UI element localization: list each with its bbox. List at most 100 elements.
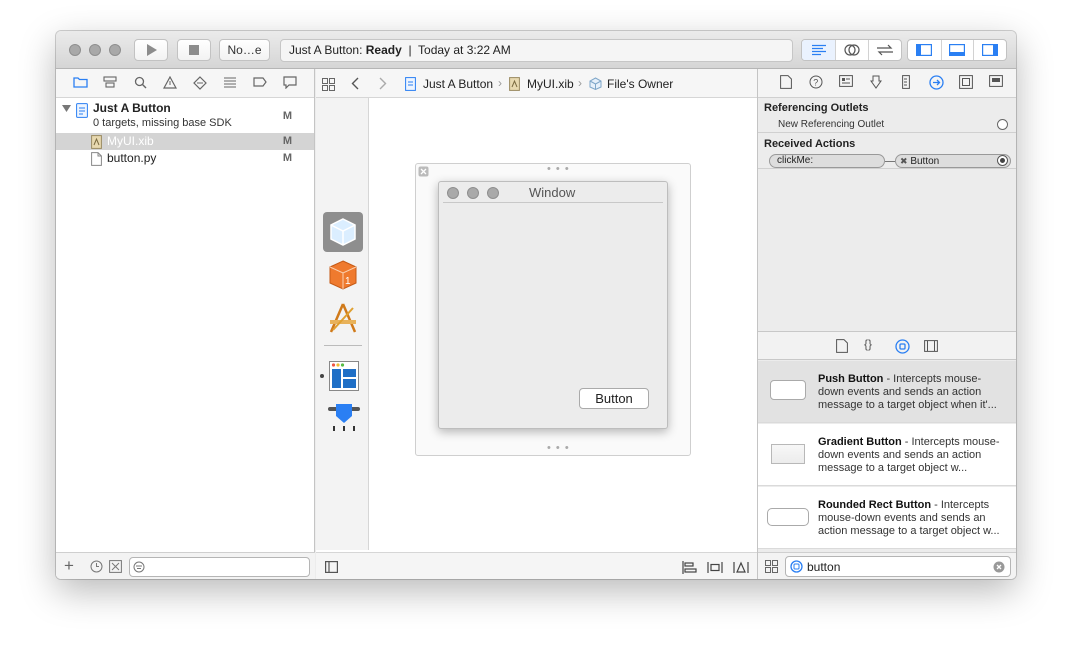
toggle-debug-button[interactable] xyxy=(940,40,974,60)
disclosure-triangle-icon[interactable] xyxy=(62,105,71,113)
code-snippet-icon[interactable]: {} xyxy=(864,337,872,351)
file-template-icon[interactable] xyxy=(836,339,848,353)
library-item-name: Rounded Rect Button xyxy=(818,499,932,511)
file-modified-flag: M xyxy=(282,135,292,147)
library-item-gradient-button[interactable]: Gradient Button - Intercepts mouse-down … xyxy=(758,424,1016,486)
warning-icon[interactable] xyxy=(162,75,178,90)
toggle-navigator-button[interactable] xyxy=(908,40,941,60)
connection-well[interactable] xyxy=(997,119,1008,130)
cube-icon xyxy=(330,218,356,246)
inspector-selector-bar: ? xyxy=(758,69,1016,98)
identity-inspector-icon[interactable] xyxy=(836,75,856,91)
disconnect-icon[interactable]: ✖ xyxy=(900,156,908,166)
size-inspector-icon[interactable] xyxy=(896,75,916,91)
chevron-right-icon: › xyxy=(578,76,582,90)
standard-editor-button[interactable] xyxy=(802,40,835,60)
push-button[interactable]: Button xyxy=(579,388,649,409)
modified-files-icon[interactable] xyxy=(109,560,122,573)
navigator-selector-bar xyxy=(56,69,314,98)
top-resize-handle[interactable]: • • • xyxy=(547,163,570,175)
debug-navigator-icon[interactable] xyxy=(222,76,238,90)
new-referencing-outlet-row: New Referencing Outlet xyxy=(758,117,1016,133)
first-responder-icon[interactable]: 1 xyxy=(328,259,358,291)
assistant-editor-button[interactable] xyxy=(835,40,868,60)
file-inspector-icon[interactable] xyxy=(776,75,796,91)
svg-text:1: 1 xyxy=(345,276,351,287)
scheme-label: No…e xyxy=(227,43,262,57)
project-row[interactable]: Just A Button M xyxy=(56,101,314,122)
view-toggle-control xyxy=(907,39,1007,61)
pin-icon[interactable] xyxy=(707,561,723,574)
grid-view-icon[interactable] xyxy=(765,560,778,573)
library-item-name: Gradient Button xyxy=(818,436,902,448)
back-icon[interactable] xyxy=(351,77,359,90)
close-icon[interactable] xyxy=(418,166,429,177)
quick-help-icon[interactable]: ? xyxy=(806,75,826,91)
connections-inspector-icon[interactable] xyxy=(926,75,946,91)
resolve-issues-icon[interactable] xyxy=(733,561,749,574)
action-target-pill[interactable]: ✖ Button xyxy=(895,154,1011,168)
navigator-filter-field[interactable] xyxy=(129,557,310,577)
view-effects-inspector-icon[interactable] xyxy=(986,75,1006,91)
library-bottom-bar: button xyxy=(758,552,1016,579)
media-library-icon[interactable] xyxy=(924,340,938,352)
object-library-icon[interactable] xyxy=(895,339,910,354)
files-owner-dock-item[interactable] xyxy=(323,212,363,252)
file-row-button-py[interactable]: button.py M xyxy=(56,150,314,167)
file-name: button.py xyxy=(107,151,157,165)
bottom-resize-handle[interactable]: • • • xyxy=(547,442,570,454)
connected-well[interactable] xyxy=(997,155,1008,166)
add-file-button[interactable]: + xyxy=(64,556,74,576)
run-button[interactable] xyxy=(134,39,168,61)
test-diamond-icon[interactable] xyxy=(192,76,208,90)
attributes-inspector-icon[interactable] xyxy=(866,75,886,91)
object-controller-icon[interactable] xyxy=(327,401,361,435)
document-outline-icon[interactable] xyxy=(325,561,338,573)
recent-files-icon[interactable] xyxy=(90,560,103,573)
jump-item-project[interactable]: Just A Button xyxy=(423,77,493,91)
version-editor-button[interactable] xyxy=(868,40,901,60)
application-icon[interactable] xyxy=(327,302,359,334)
library-search-value: button xyxy=(807,560,841,574)
folder-icon[interactable] xyxy=(72,76,88,90)
referencing-outlets-header: Referencing Outlets xyxy=(764,102,869,114)
jump-item-file[interactable]: MyUI.xib xyxy=(527,77,574,91)
library-item-push-button[interactable]: Push Button - Intercepts mouse-down even… xyxy=(758,361,1016,423)
project-name: Just A Button xyxy=(93,101,171,115)
window-object-icon[interactable] xyxy=(329,361,359,391)
interface-builder-editor: Just A Button › MyUI.xib › File's Owner … xyxy=(316,69,757,579)
clear-search-icon[interactable] xyxy=(993,561,1005,573)
file-row-myui[interactable]: MyUI.xib M xyxy=(56,133,314,150)
project-file-icon xyxy=(405,77,416,91)
navigator-panel-icon xyxy=(916,44,933,56)
bindings-inspector-icon[interactable] xyxy=(956,75,976,91)
status-state: Ready xyxy=(365,43,402,57)
scheme-selector[interactable]: No…e xyxy=(219,39,270,61)
align-icon[interactable] xyxy=(682,561,697,574)
report-icon[interactable] xyxy=(282,76,298,90)
search-icon[interactable] xyxy=(132,76,148,90)
toggle-utilities-button[interactable] xyxy=(973,40,1006,60)
dock-divider xyxy=(324,345,362,346)
zoom-button[interactable] xyxy=(109,44,121,56)
xib-file-icon xyxy=(509,77,520,91)
chevron-right-icon: › xyxy=(498,76,502,90)
jump-item-owner[interactable]: File's Owner xyxy=(607,77,673,91)
xib-file-icon xyxy=(91,135,102,149)
minimize-button[interactable] xyxy=(89,44,101,56)
forward-icon[interactable] xyxy=(379,77,387,90)
library-item-text: Rounded Rect Button - Intercepts mouse-d… xyxy=(818,499,1006,538)
symbol-navigator-icon[interactable] xyxy=(102,76,118,90)
window-object[interactable]: Window Button xyxy=(438,181,668,429)
breakpoint-icon[interactable] xyxy=(252,76,268,90)
library-search-field[interactable]: button xyxy=(785,556,1011,577)
stop-button[interactable] xyxy=(177,39,211,61)
connection-line xyxy=(885,161,895,162)
xcode-window: No…e Just A Button: Ready | Today at 3:2… xyxy=(56,31,1016,579)
svg-text:?: ? xyxy=(813,78,818,88)
library-item-rounded-rect-button[interactable]: Rounded Rect Button - Intercepts mouse-d… xyxy=(758,487,1016,549)
action-name-pill: clickMe: xyxy=(769,154,885,168)
related-items-icon[interactable] xyxy=(322,78,335,91)
status-colon: : xyxy=(359,43,363,57)
close-button[interactable] xyxy=(69,44,81,56)
